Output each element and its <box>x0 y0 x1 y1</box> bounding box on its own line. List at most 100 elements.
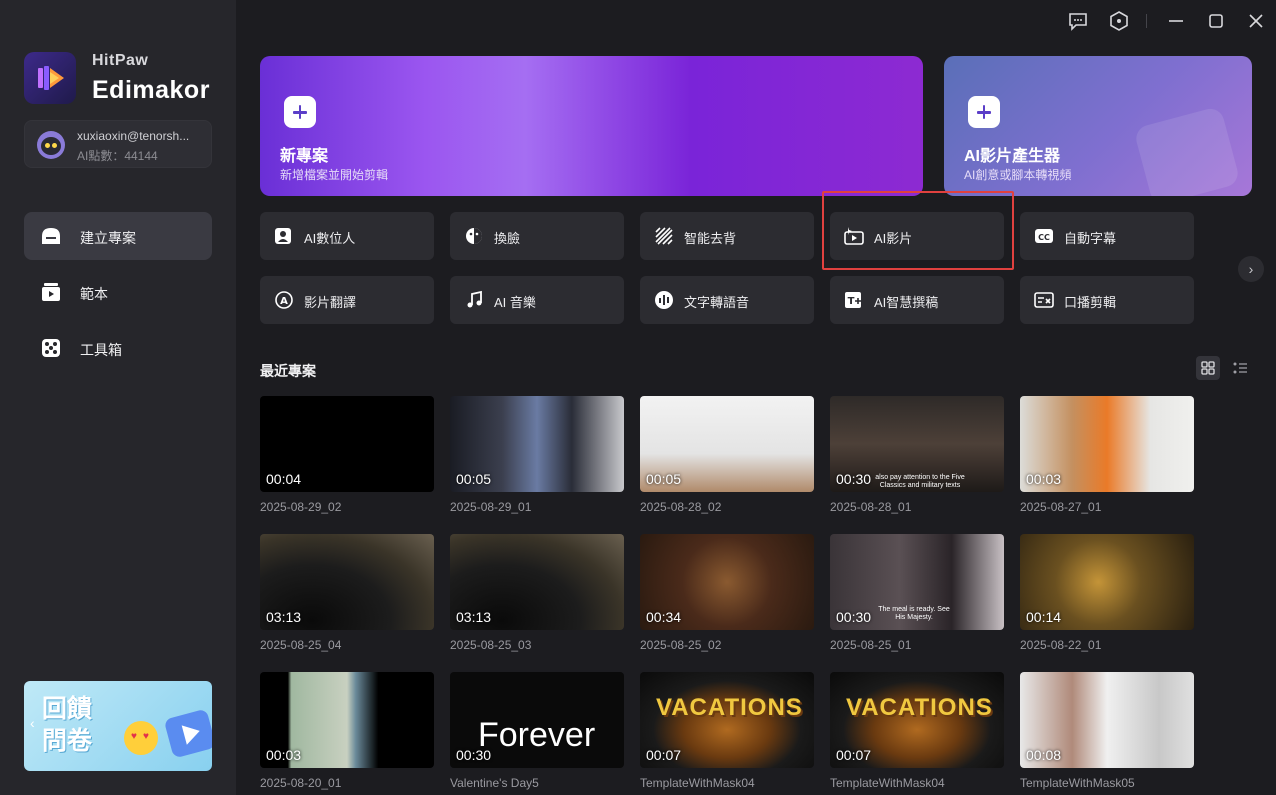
cc-icon: CC <box>1035 229 1053 243</box>
grid-view-icon[interactable] <box>1196 356 1220 380</box>
nav-label: 範本 <box>80 286 108 302</box>
tool-face-swap[interactable]: 換臉 <box>450 212 624 260</box>
translate-icon: A <box>275 291 293 309</box>
project-thumbnail: Forever 00:30 <box>450 672 624 768</box>
feedback-icon[interactable] <box>1067 10 1089 32</box>
duration: 00:04 <box>266 471 302 487</box>
tool-video-translate[interactable]: A 影片翻譯 <box>260 276 434 324</box>
project-name: 2025-08-28_01 <box>830 500 912 514</box>
project-card[interactable]: 00:04 2025-08-29_02 <box>260 396 434 514</box>
project-card[interactable]: VACATIONS 00:07 TemplateWithMask04 <box>830 672 1004 790</box>
sidebar: HitPaw Edimakor xuxiaoxin@tenorsh... AI點… <box>0 0 236 795</box>
nav-label: 工具箱 <box>80 342 122 358</box>
project-card[interactable]: 00:05 2025-08-29_01 <box>450 396 624 514</box>
tool-text-to-speech[interactable]: 文字轉語音 <box>640 276 814 324</box>
project-card[interactable]: 00:34 2025-08-25_02 <box>640 534 814 652</box>
tool-label: 文字轉語音 <box>684 295 750 310</box>
project-card[interactable]: also pay attention to the Five Classics … <box>830 396 1004 514</box>
duration: 00:34 <box>646 609 682 625</box>
list-view-icon[interactable] <box>1228 356 1252 380</box>
project-thumbnail: The meal is ready. See His Majesty. 00:3… <box>830 534 1004 630</box>
template-icon <box>42 283 60 301</box>
music-icon <box>467 290 482 308</box>
tool-label: 口播剪輯 <box>1064 295 1117 310</box>
highlight-ai-video <box>822 191 1014 270</box>
tool-label: AI數位人 <box>304 231 356 246</box>
duration: 00:07 <box>836 747 872 763</box>
project-thumbnail: VACATIONS 00:07 <box>830 672 1004 768</box>
project-name: Valentine's Day5 <box>450 776 539 790</box>
svg-text:CC: CC <box>1038 233 1050 242</box>
project-thumbnail: 00:14 <box>1020 534 1194 630</box>
duration: 00:03 <box>266 747 302 763</box>
nav-item-create-project[interactable]: 建立專案 <box>24 212 212 260</box>
chevron-right-icon[interactable]: › <box>1238 256 1264 282</box>
banner-title: AI影片產生器 <box>964 148 1061 165</box>
project-name: 2025-08-25_03 <box>450 638 532 652</box>
banner-subtitle: AI創意或腳本轉視頻 <box>964 168 1072 182</box>
ai-video-generator-banner[interactable]: AI影片產生器 AI創意或腳本轉視頻 <box>944 56 1252 196</box>
tool-ai-music[interactable]: AI 音樂 <box>450 276 624 324</box>
feedback-title: 回饋 問卷 <box>42 695 93 755</box>
account-email: xuxiaoxin@tenorsh... <box>77 129 190 143</box>
feedback-survey-banner[interactable]: ‹ 回饋 問卷 ♥ ♥ <box>24 681 212 771</box>
nav-item-templates[interactable]: 範本 <box>24 268 212 316</box>
project-name: 2025-08-28_02 <box>640 500 722 514</box>
project-name: 2025-08-25_04 <box>260 638 342 652</box>
project-name: TemplateWithMask04 <box>830 776 945 790</box>
face-swap-icon <box>466 228 482 244</box>
project-name: 2025-08-22_01 <box>1020 638 1102 652</box>
tool-auto-subtitle[interactable]: CC 自動字幕 <box>1020 212 1194 260</box>
duration: 03:13 <box>266 609 302 625</box>
tool-ai-avatar[interactable]: AI數位人 <box>260 212 434 260</box>
close-icon[interactable] <box>1245 10 1267 32</box>
project-card[interactable]: 00:08 TemplateWithMask05 <box>1020 672 1194 790</box>
tool-speech-edit[interactable]: 口播剪輯 <box>1020 276 1194 324</box>
account-card[interactable]: xuxiaoxin@tenorsh... AI點數：44144 <box>24 120 212 168</box>
thumbnail-text: VACATIONS <box>846 694 993 721</box>
edimakor-logo <box>24 52 76 104</box>
svg-text:A: A <box>280 296 288 307</box>
tool-label: 自動字幕 <box>1064 231 1117 246</box>
tool-label: 影片翻譯 <box>304 295 357 310</box>
thumbnail-text: Forever <box>478 716 596 754</box>
project-name: 2025-08-29_01 <box>450 500 532 514</box>
plus-icon <box>968 96 1000 128</box>
duration: 00:30 <box>836 471 872 487</box>
project-card[interactable]: The meal is ready. See His Majesty. 00:3… <box>830 534 1004 652</box>
project-card[interactable]: 00:03 2025-08-27_01 <box>1020 396 1194 514</box>
remove-bg-icon <box>655 227 673 245</box>
project-thumbnail: 00:34 <box>640 534 814 630</box>
plus-icon <box>284 96 316 128</box>
ai-write-icon: T <box>845 292 861 308</box>
duration: 00:05 <box>456 471 492 487</box>
tool-remove-background[interactable]: 智能去背 <box>640 212 814 260</box>
duration: 00:30 <box>836 609 872 625</box>
tool-label: 換臉 <box>494 231 521 246</box>
recent-projects-title: 最近專案 <box>260 363 316 379</box>
settings-icon[interactable] <box>1108 10 1130 32</box>
new-project-banner[interactable]: 新專案 新增檔案並開始剪輯 <box>260 56 923 196</box>
project-card[interactable]: 03:13 2025-08-25_04 <box>260 534 434 652</box>
tool-ai-writing[interactable]: T AI智慧撰稿 <box>830 276 1004 324</box>
project-card[interactable]: VACATIONS 00:07 TemplateWithMask04 <box>640 672 814 790</box>
project-thumbnail: VACATIONS 00:07 <box>640 672 814 768</box>
nav-item-toolbox[interactable]: 工具箱 <box>24 324 212 372</box>
brand-name-small: HitPaw <box>92 52 149 69</box>
thumbnail-subtitle: The meal is ready. See His Majesty. <box>878 606 950 621</box>
maximize-icon[interactable] <box>1205 10 1227 32</box>
heart-eyes-emoji-icon: ♥ ♥ <box>124 721 158 755</box>
duration: 03:13 <box>456 609 492 625</box>
project-card[interactable]: 00:14 2025-08-22_01 <box>1020 534 1194 652</box>
brand-name: Edimakor <box>92 76 210 104</box>
duration: 00:03 <box>1026 471 1062 487</box>
project-name: 2025-08-25_01 <box>830 638 912 652</box>
project-card[interactable]: 00:03 2025-08-20_01 <box>260 672 434 790</box>
project-thumbnail: 03:13 <box>450 534 624 630</box>
project-card[interactable]: 00:05 2025-08-28_02 <box>640 396 814 514</box>
project-card[interactable]: Forever 00:30 Valentine's Day5 <box>450 672 624 790</box>
project-card[interactable]: 03:13 2025-08-25_03 <box>450 534 624 652</box>
project-thumbnail: 00:05 <box>640 396 814 492</box>
project-name: TemplateWithMask05 <box>1020 776 1135 790</box>
minimize-icon[interactable] <box>1165 10 1187 32</box>
